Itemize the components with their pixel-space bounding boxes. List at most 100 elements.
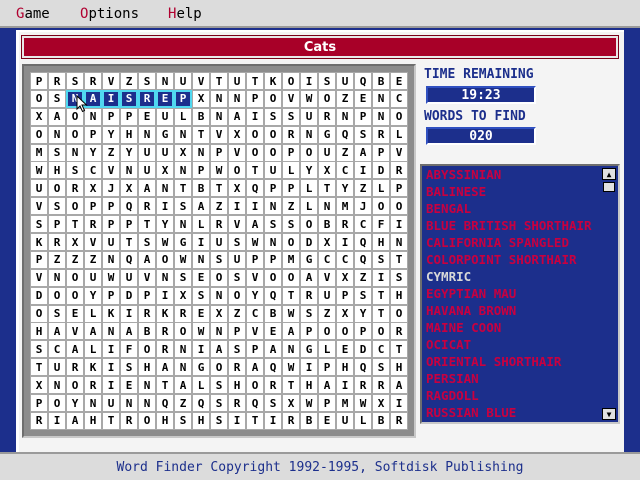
grid-cell[interactable]: Q [355, 251, 371, 268]
grid-cell[interactable]: I [265, 412, 281, 429]
grid-cell[interactable]: R [229, 359, 245, 376]
grid-cell[interactable]: R [301, 287, 317, 304]
grid-cell[interactable]: T [247, 412, 263, 429]
grid-cell[interactable]: A [175, 377, 191, 394]
grid-cell[interactable]: I [391, 216, 407, 233]
grid-cell[interactable]: P [283, 180, 299, 197]
grid-cell[interactable]: Z [175, 395, 191, 412]
grid-cell[interactable]: N [49, 126, 65, 143]
grid-cell[interactable]: O [391, 198, 407, 215]
grid-cell[interactable]: O [373, 323, 389, 340]
grid-cell[interactable]: S [265, 395, 281, 412]
grid-cell[interactable]: P [247, 341, 263, 358]
grid-cell[interactable]: O [49, 287, 65, 304]
word-list-scrollbar[interactable]: ▲ ▼ [602, 168, 616, 420]
grid-cell[interactable]: Q [265, 287, 281, 304]
grid-cell[interactable]: U [139, 144, 155, 161]
grid-cell[interactable]: I [193, 234, 209, 251]
grid-cell[interactable]: H [31, 323, 47, 340]
grid-cell[interactable]: V [67, 323, 83, 340]
grid-cell[interactable]: M [337, 395, 353, 412]
grid-cell[interactable]: R [211, 216, 227, 233]
grid-cell[interactable]: W [283, 359, 299, 376]
grid-cell[interactable]: H [337, 359, 353, 376]
grid-cell[interactable]: S [373, 251, 389, 268]
grid-cell[interactable]: V [31, 269, 47, 286]
grid-cell[interactable]: A [319, 377, 335, 394]
grid-cell[interactable]: T [319, 180, 335, 197]
grid-cell[interactable]: T [103, 412, 119, 429]
letter-grid[interactable]: PRSRVZSNUVTUTKOISUQBEOSNAISREPXNNPOVWOZE… [30, 72, 408, 430]
grid-cell[interactable]: Y [355, 305, 371, 322]
grid-cell[interactable]: M [337, 198, 353, 215]
grid-cell[interactable]: R [319, 108, 335, 125]
grid-cell[interactable]: P [265, 180, 281, 197]
grid-cell[interactable]: S [175, 412, 191, 429]
grid-cell[interactable]: W [301, 395, 317, 412]
grid-cell[interactable]: R [85, 73, 101, 89]
grid-cell[interactable]: Y [67, 395, 83, 412]
scroll-up-icon[interactable]: ▲ [602, 168, 616, 180]
grid-cell[interactable]: S [355, 287, 371, 304]
grid-cell[interactable]: L [175, 108, 191, 125]
grid-cell[interactable]: V [247, 323, 263, 340]
grid-cell[interactable]: K [157, 305, 173, 322]
grid-cell[interactable]: P [139, 287, 155, 304]
word-list-item[interactable]: CYMRIC [424, 268, 604, 285]
grid-cell[interactable]: O [31, 126, 47, 143]
grid-cell[interactable]: S [373, 359, 389, 376]
grid-cell[interactable]: P [319, 395, 335, 412]
grid-cell[interactable]: N [211, 323, 227, 340]
grid-cell[interactable]: P [85, 126, 101, 143]
grid-cell[interactable]: M [31, 144, 47, 161]
grid-cell[interactable]: A [67, 341, 83, 358]
grid-cell[interactable]: R [49, 234, 65, 251]
grid-cell[interactable]: L [193, 377, 209, 394]
grid-cell[interactable]: Z [283, 198, 299, 215]
grid-cell[interactable]: P [247, 251, 263, 268]
grid-cell[interactable]: E [139, 108, 155, 125]
grid-cell[interactable]: U [85, 269, 101, 286]
grid-cell[interactable]: Z [337, 144, 353, 161]
grid-cell[interactable]: O [283, 73, 299, 89]
grid-cell[interactable]: V [211, 126, 227, 143]
grid-cell[interactable]: L [85, 341, 101, 358]
grid-cell[interactable]: E [156, 89, 174, 108]
grid-cell[interactable]: S [355, 126, 371, 143]
word-list-item[interactable]: EGYPTIAN MAU [424, 285, 604, 302]
grid-cell[interactable]: P [373, 144, 389, 161]
grid-cell[interactable]: I [301, 359, 317, 376]
grid-cell[interactable]: R [157, 323, 173, 340]
grid-cell[interactable]: B [193, 180, 209, 197]
grid-cell[interactable]: K [265, 73, 281, 89]
grid-cell[interactable]: L [355, 412, 371, 429]
grid-cell[interactable]: L [319, 341, 335, 358]
grid-cell[interactable]: V [391, 144, 407, 161]
grid-cell[interactable]: O [247, 377, 263, 394]
grid-cell[interactable]: N [103, 251, 119, 268]
grid-cell[interactable]: T [373, 305, 389, 322]
grid-cell[interactable]: S [211, 395, 227, 412]
grid-cell[interactable]: G [175, 234, 191, 251]
word-list-item[interactable]: BENGAL [424, 200, 604, 217]
grid-cell[interactable]: R [373, 126, 389, 143]
word-list-item[interactable]: CALIFORNIA SPANGLED [424, 234, 604, 251]
grid-cell[interactable]: X [85, 180, 101, 197]
grid-cell[interactable]: S [283, 216, 299, 233]
grid-cell[interactable]: U [157, 144, 173, 161]
grid-cell[interactable]: W [175, 251, 191, 268]
grid-cell[interactable]: N [121, 395, 137, 412]
grid-cell[interactable]: I [247, 108, 263, 125]
word-list-item[interactable]: MAINE COON [424, 319, 604, 336]
grid-cell[interactable]: Z [121, 73, 137, 89]
grid-cell[interactable]: X [229, 126, 245, 143]
grid-cell[interactable]: I [391, 395, 407, 412]
grid-cell[interactable]: X [319, 234, 335, 251]
grid-cell[interactable]: K [31, 234, 47, 251]
grid-cell[interactable]: H [229, 377, 245, 394]
grid-cell[interactable]: Z [337, 90, 353, 107]
grid-cell[interactable]: X [319, 162, 335, 179]
grid-cell[interactable]: H [49, 162, 65, 179]
grid-cell[interactable]: R [283, 412, 299, 429]
grid-cell[interactable]: V [229, 216, 245, 233]
